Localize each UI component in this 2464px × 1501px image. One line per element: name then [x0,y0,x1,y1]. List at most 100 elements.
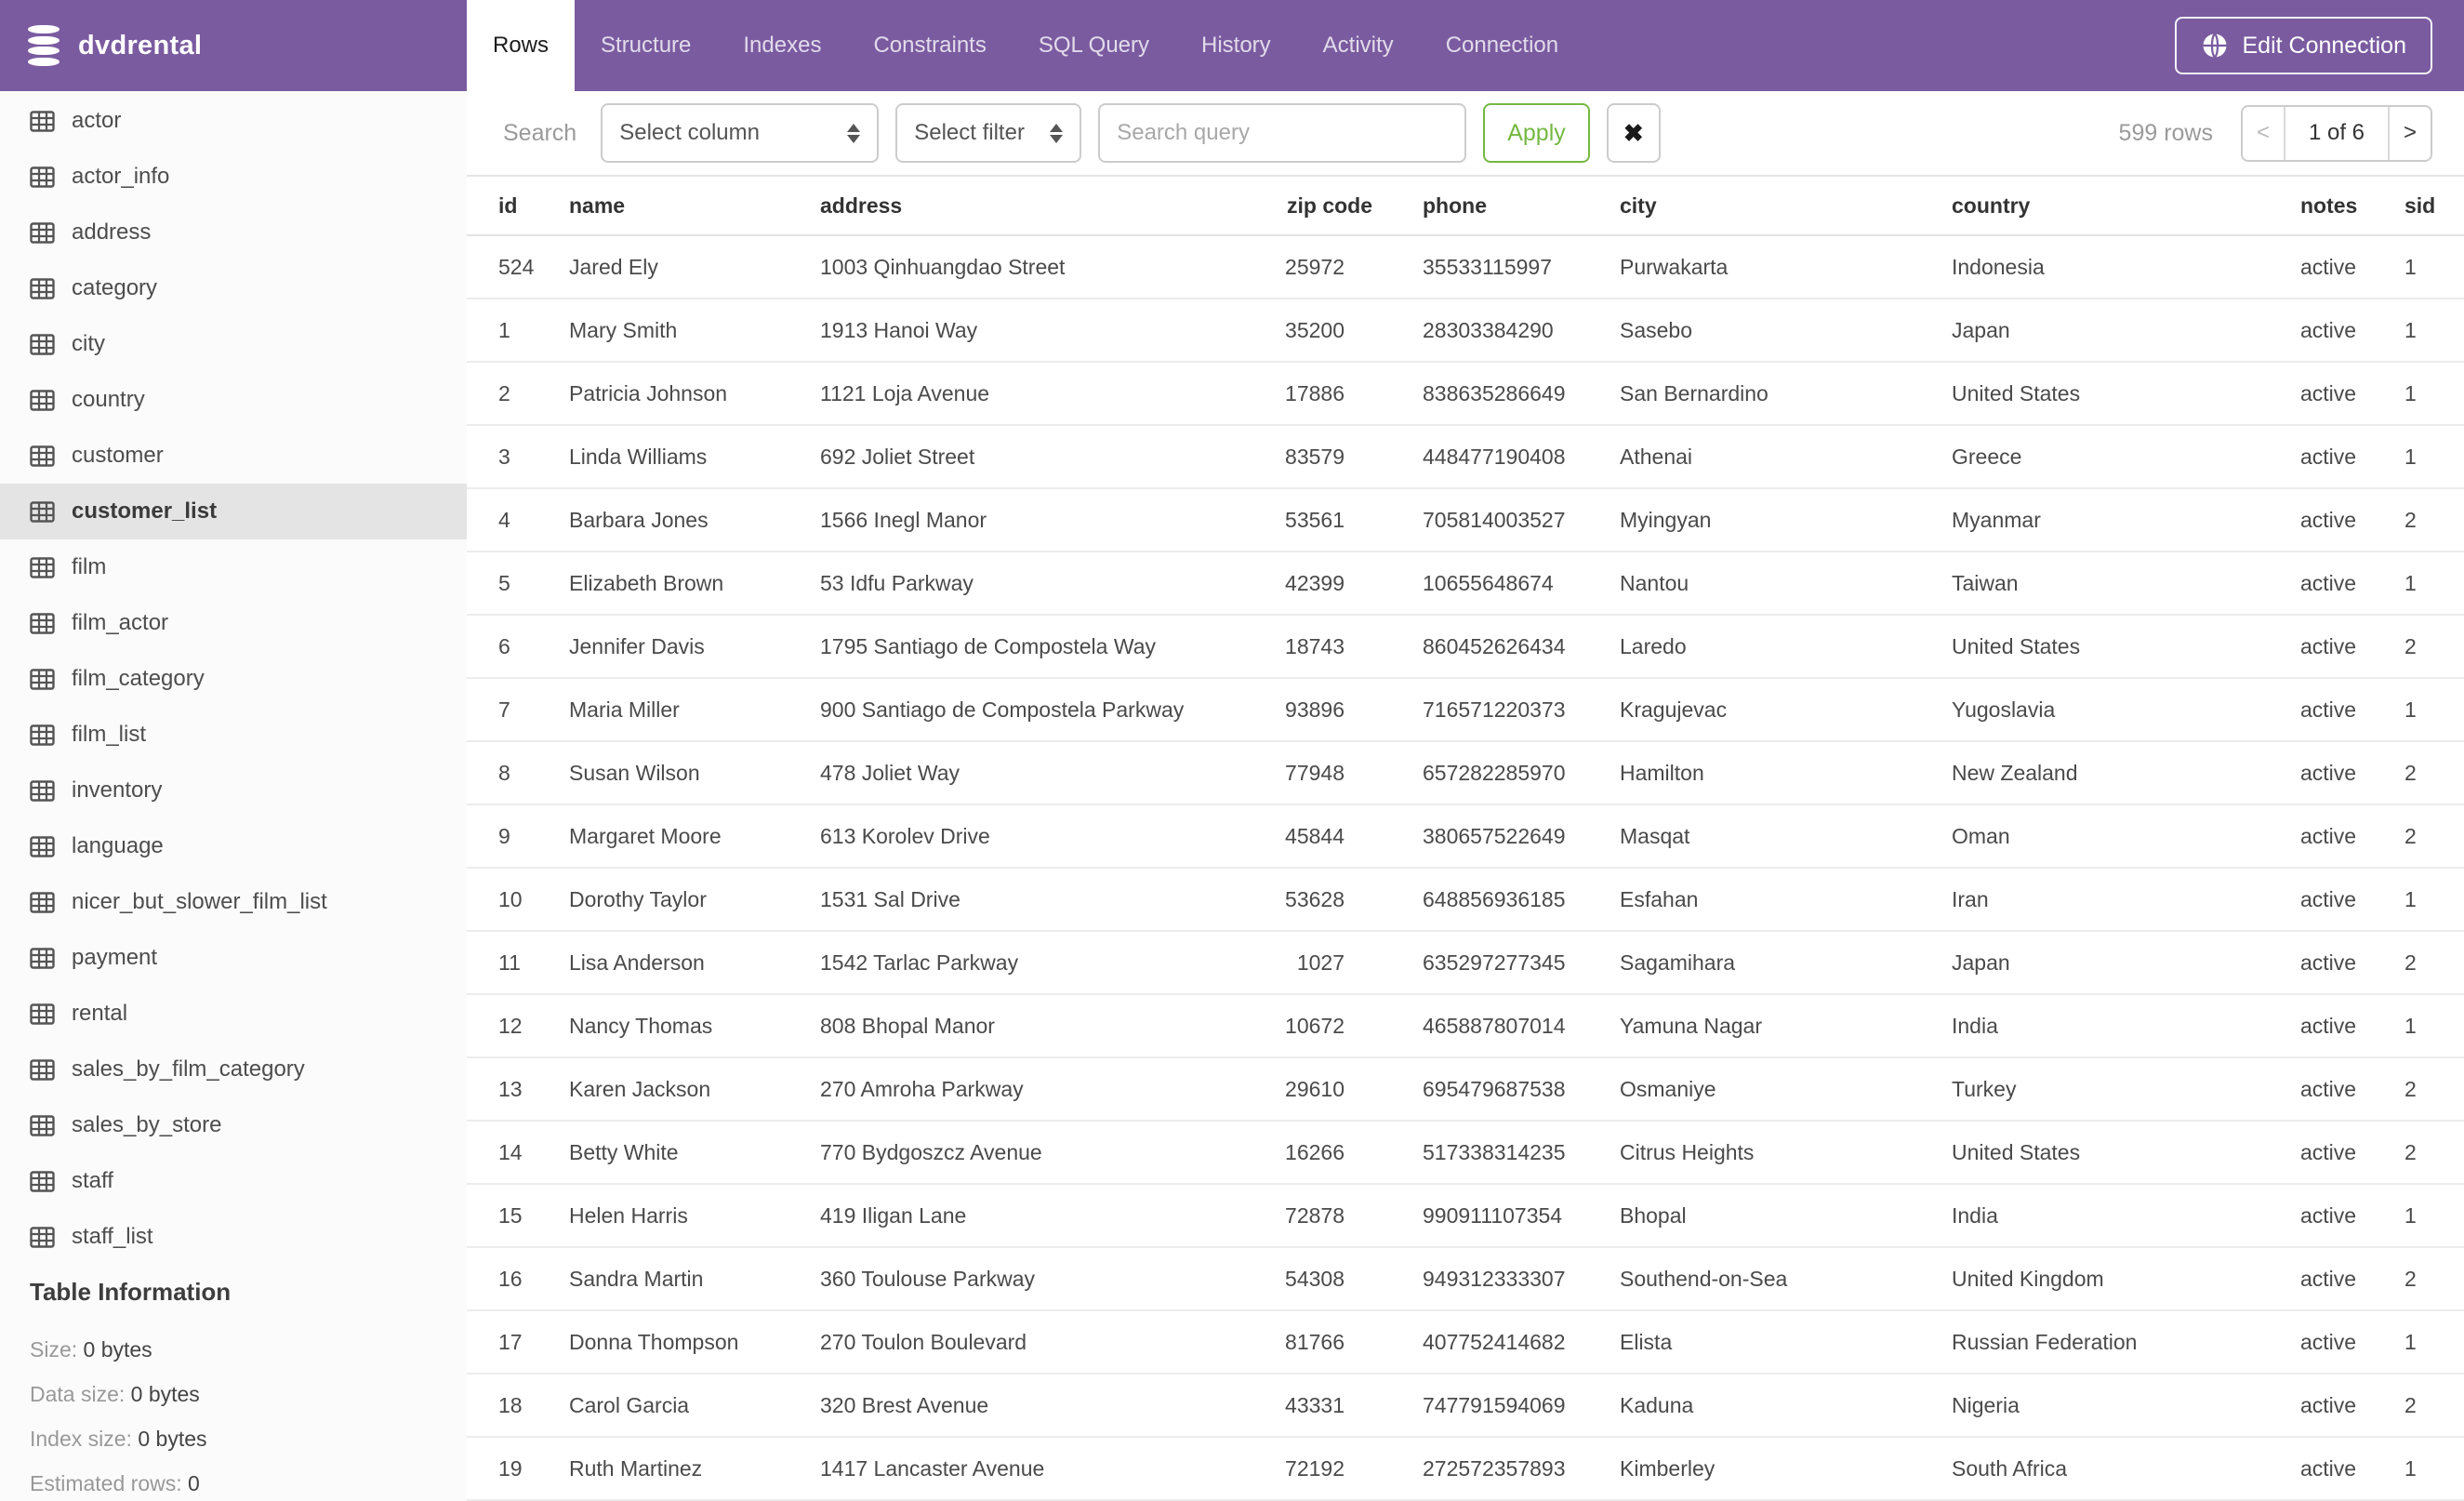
cell: 81766 [1218,1310,1423,1375]
cell: 648856936185 [1423,868,1620,932]
cell: 1 [2404,678,2464,742]
cell: 272572357893 [1423,1437,1620,1501]
sidebar-item-rental[interactable]: rental [0,986,467,1042]
cell: Indonesia [1952,235,2300,299]
cell: 15 [467,1184,569,1248]
cell: Susan Wilson [569,741,820,805]
cell: 3 [467,425,569,489]
cell: 5 [467,551,569,616]
cell: 990911107354 [1423,1184,1620,1248]
table-row: 12 Nancy Thomas 808 Bhopal Manor 10672 46588… [467,994,2464,1058]
cell: 465887807014 [1423,994,1620,1058]
table-row: 10 Dorothy Taylor 1531 Sal Drive 53628 64885… [467,868,2464,932]
sidebar-item-film_list[interactable]: film_list [0,707,467,763]
cell: Oman [1952,804,2300,869]
table-icon [30,1170,55,1192]
sidebar-item-label: actor [72,108,122,133]
cell: 19 [467,1437,569,1501]
sidebar-item-film_category[interactable]: film_category [0,651,467,707]
sidebar-item-inventory[interactable]: inventory [0,763,467,818]
app-logo: dvdrental [0,0,467,91]
column-header-id[interactable]: id [467,175,569,236]
cell: Hamilton [1620,741,1952,805]
sidebar-item-category[interactable]: category [0,260,467,316]
sidebar-item-customer_list[interactable]: customer_list [0,484,467,539]
table-icon [30,779,55,802]
table-row: 17 Donna Thompson 270 Toulon Boulevard 8176… [467,1310,2464,1375]
sidebar-item-label: actor_info [72,164,170,189]
sidebar-item-payment[interactable]: payment [0,930,467,986]
sidebar-item-film_actor[interactable]: film_actor [0,595,467,651]
clear-filter-button[interactable]: ✖ [1606,103,1661,163]
prev-page-button[interactable]: < [2243,106,2285,160]
cell: 17 [467,1310,569,1375]
table-icon [30,500,55,523]
tab-activity[interactable]: Activity [1297,0,1420,91]
edit-connection-button[interactable]: Edit Connection [2175,17,2432,74]
apply-button[interactable]: Apply [1483,103,1590,163]
table-info-row: Index size: 0 bytes [30,1427,207,1451]
cell: Mary Smith [569,299,820,363]
select-filter-dropdown[interactable]: Select filter [895,103,1082,163]
sidebar-item-label: staff [72,1168,113,1193]
cell: 53628 [1218,868,1423,932]
column-header-sid[interactable]: sid [2404,175,2464,236]
cell: Purwakarta [1620,235,1952,299]
search-query-input[interactable] [1098,103,1467,163]
rows-count: 599 rows [2118,119,2213,146]
next-page-button[interactable]: > [2388,106,2431,160]
column-header-name[interactable]: name [569,175,820,236]
tab-rows[interactable]: Rows [467,0,576,91]
tab-indexes[interactable]: Indexes [717,0,847,91]
cell: 1542 Tarlac Parkway [820,931,1218,995]
column-header-notes[interactable]: notes [2300,175,2404,236]
cell: Kimberley [1620,1437,1952,1501]
sidebar-item-address[interactable]: address [0,205,467,260]
sidebar-item-film[interactable]: film [0,539,467,595]
tab-connection[interactable]: Connection [1420,0,1584,91]
select-column-dropdown[interactable]: Select column [601,103,880,163]
cell: active [2300,868,2404,932]
tab-history[interactable]: History [1175,0,1297,91]
sidebar-item-country[interactable]: country [0,372,467,428]
page-indicator: 1 of 6 [2308,120,2365,145]
cell: Nancy Thomas [569,994,820,1058]
sidebar-item-label: sales_by_store [72,1112,222,1137]
cell: active [2300,931,2404,995]
tab-sql-query[interactable]: SQL Query [1013,0,1175,91]
sidebar-item-customer[interactable]: customer [0,428,467,484]
cell: South Africa [1952,1437,2300,1501]
cell: active [2300,551,2404,616]
cell: Taiwan [1952,551,2300,616]
column-header-city[interactable]: city [1620,175,1952,236]
tab-structure[interactable]: Structure [575,0,717,91]
column-header-country[interactable]: country [1952,175,2300,236]
tab-constraints[interactable]: Constraints [847,0,1012,91]
cell: 270 Amroha Parkway [820,1057,1218,1122]
table-icon [30,724,55,746]
sidebar-item-language[interactable]: language [0,818,467,874]
sidebar-item-staff[interactable]: staff [0,1153,467,1209]
cell: Russian Federation [1952,1310,2300,1375]
sidebar-item-actor_info[interactable]: actor_info [0,149,467,205]
cell: 2 [2404,1374,2464,1438]
cell: 2 [2404,804,2464,869]
cell: active [2300,425,2404,489]
cell: Citrus Heights [1620,1121,1952,1185]
cell: 54308 [1218,1247,1423,1311]
search-label: Search [503,119,577,146]
column-header-zip-code[interactable]: zip code [1218,175,1423,236]
sidebar-item-nicer_but_slower_film_list[interactable]: nicer_but_slower_film_list [0,874,467,930]
sidebar-item-label: payment [72,945,158,970]
sidebar-item-actor[interactable]: actor [0,93,467,149]
sidebar-item-sales_by_store[interactable]: sales_by_store [0,1097,467,1153]
main-content: Search Select column Select filter Apply… [467,91,2464,1501]
sidebar-item-city[interactable]: city [0,316,467,372]
cell: 1003 Qinhuangdao Street [820,235,1218,299]
sidebar-item-staff_list[interactable]: staff_list [0,1209,467,1265]
cell: 1121 Loja Avenue [820,362,1218,426]
sidebar-item-sales_by_film_category[interactable]: sales_by_film_category [0,1042,467,1097]
column-header-address[interactable]: address [820,175,1218,236]
table-row: 2 Patricia Johnson 1121 Loja Avenue 17886 83… [467,362,2464,426]
column-header-phone[interactable]: phone [1423,175,1620,236]
